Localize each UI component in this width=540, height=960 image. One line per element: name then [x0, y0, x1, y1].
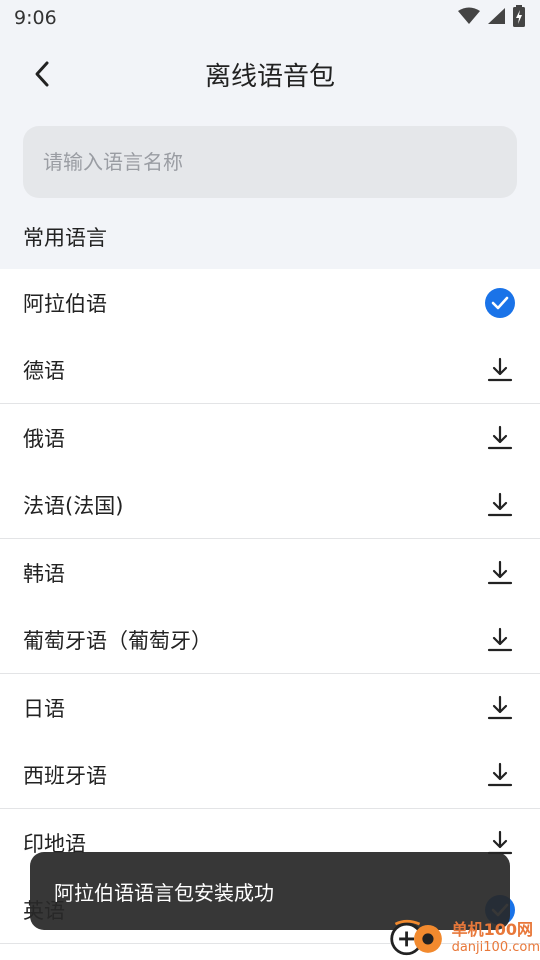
status-bar: 9:06 [0, 0, 540, 36]
language-item[interactable]: 葡萄牙语（葡萄牙） [0, 606, 540, 673]
language-label: 俄语 [23, 426, 65, 451]
language-label: 葡萄牙语（葡萄牙） [23, 628, 212, 653]
download-icon[interactable] [484, 489, 516, 521]
watermark-main: 单机100网 [451, 919, 533, 939]
watermark-logo: 单机100网 danji100.com [388, 915, 540, 960]
language-label: 法语(法国) [23, 493, 124, 518]
status-time: 9:06 [14, 7, 57, 29]
language-item[interactable]: 俄语 [0, 404, 540, 471]
wifi-icon [458, 7, 480, 29]
language-item[interactable]: 法语(法国) [0, 471, 540, 538]
chevron-left-icon [35, 61, 49, 87]
app-header: 离线语音包 [0, 36, 540, 112]
section-title: 常用语言 [23, 226, 107, 250]
watermark-text: 单机100网 danji100.com [451, 919, 540, 955]
language-label: 阿拉伯语 [23, 291, 107, 316]
language-label: 西班牙语 [23, 763, 107, 788]
download-icon[interactable] [484, 354, 516, 386]
back-button[interactable] [22, 54, 62, 94]
download-icon[interactable] [484, 624, 516, 656]
language-item[interactable]: 德语 [0, 336, 540, 403]
language-item[interactable]: 日语 [0, 674, 540, 741]
language-label: 日语 [23, 696, 65, 721]
language-label: 韩语 [23, 561, 65, 586]
watermark-sub: danji100.com [451, 939, 540, 955]
language-item[interactable]: 西班牙语 [0, 741, 540, 808]
download-icon[interactable] [484, 422, 516, 454]
watermark-icon [390, 919, 442, 955]
language-label: 德语 [23, 358, 65, 383]
search-input[interactable] [43, 150, 497, 174]
battery-charging-icon [512, 5, 526, 31]
download-icon[interactable] [484, 692, 516, 724]
download-icon[interactable] [484, 759, 516, 791]
download-icon[interactable] [484, 557, 516, 589]
search-box[interactable] [23, 126, 517, 198]
signal-icon [486, 7, 506, 29]
language-item[interactable]: 韩语 [0, 539, 540, 606]
status-icons [458, 5, 526, 31]
toast-message: 阿拉伯语语言包安装成功 [54, 880, 274, 905]
language-item[interactable]: 阿拉伯语 [0, 269, 540, 336]
page-title: 离线语音包 [204, 61, 335, 92]
installed-check-icon [484, 287, 516, 319]
